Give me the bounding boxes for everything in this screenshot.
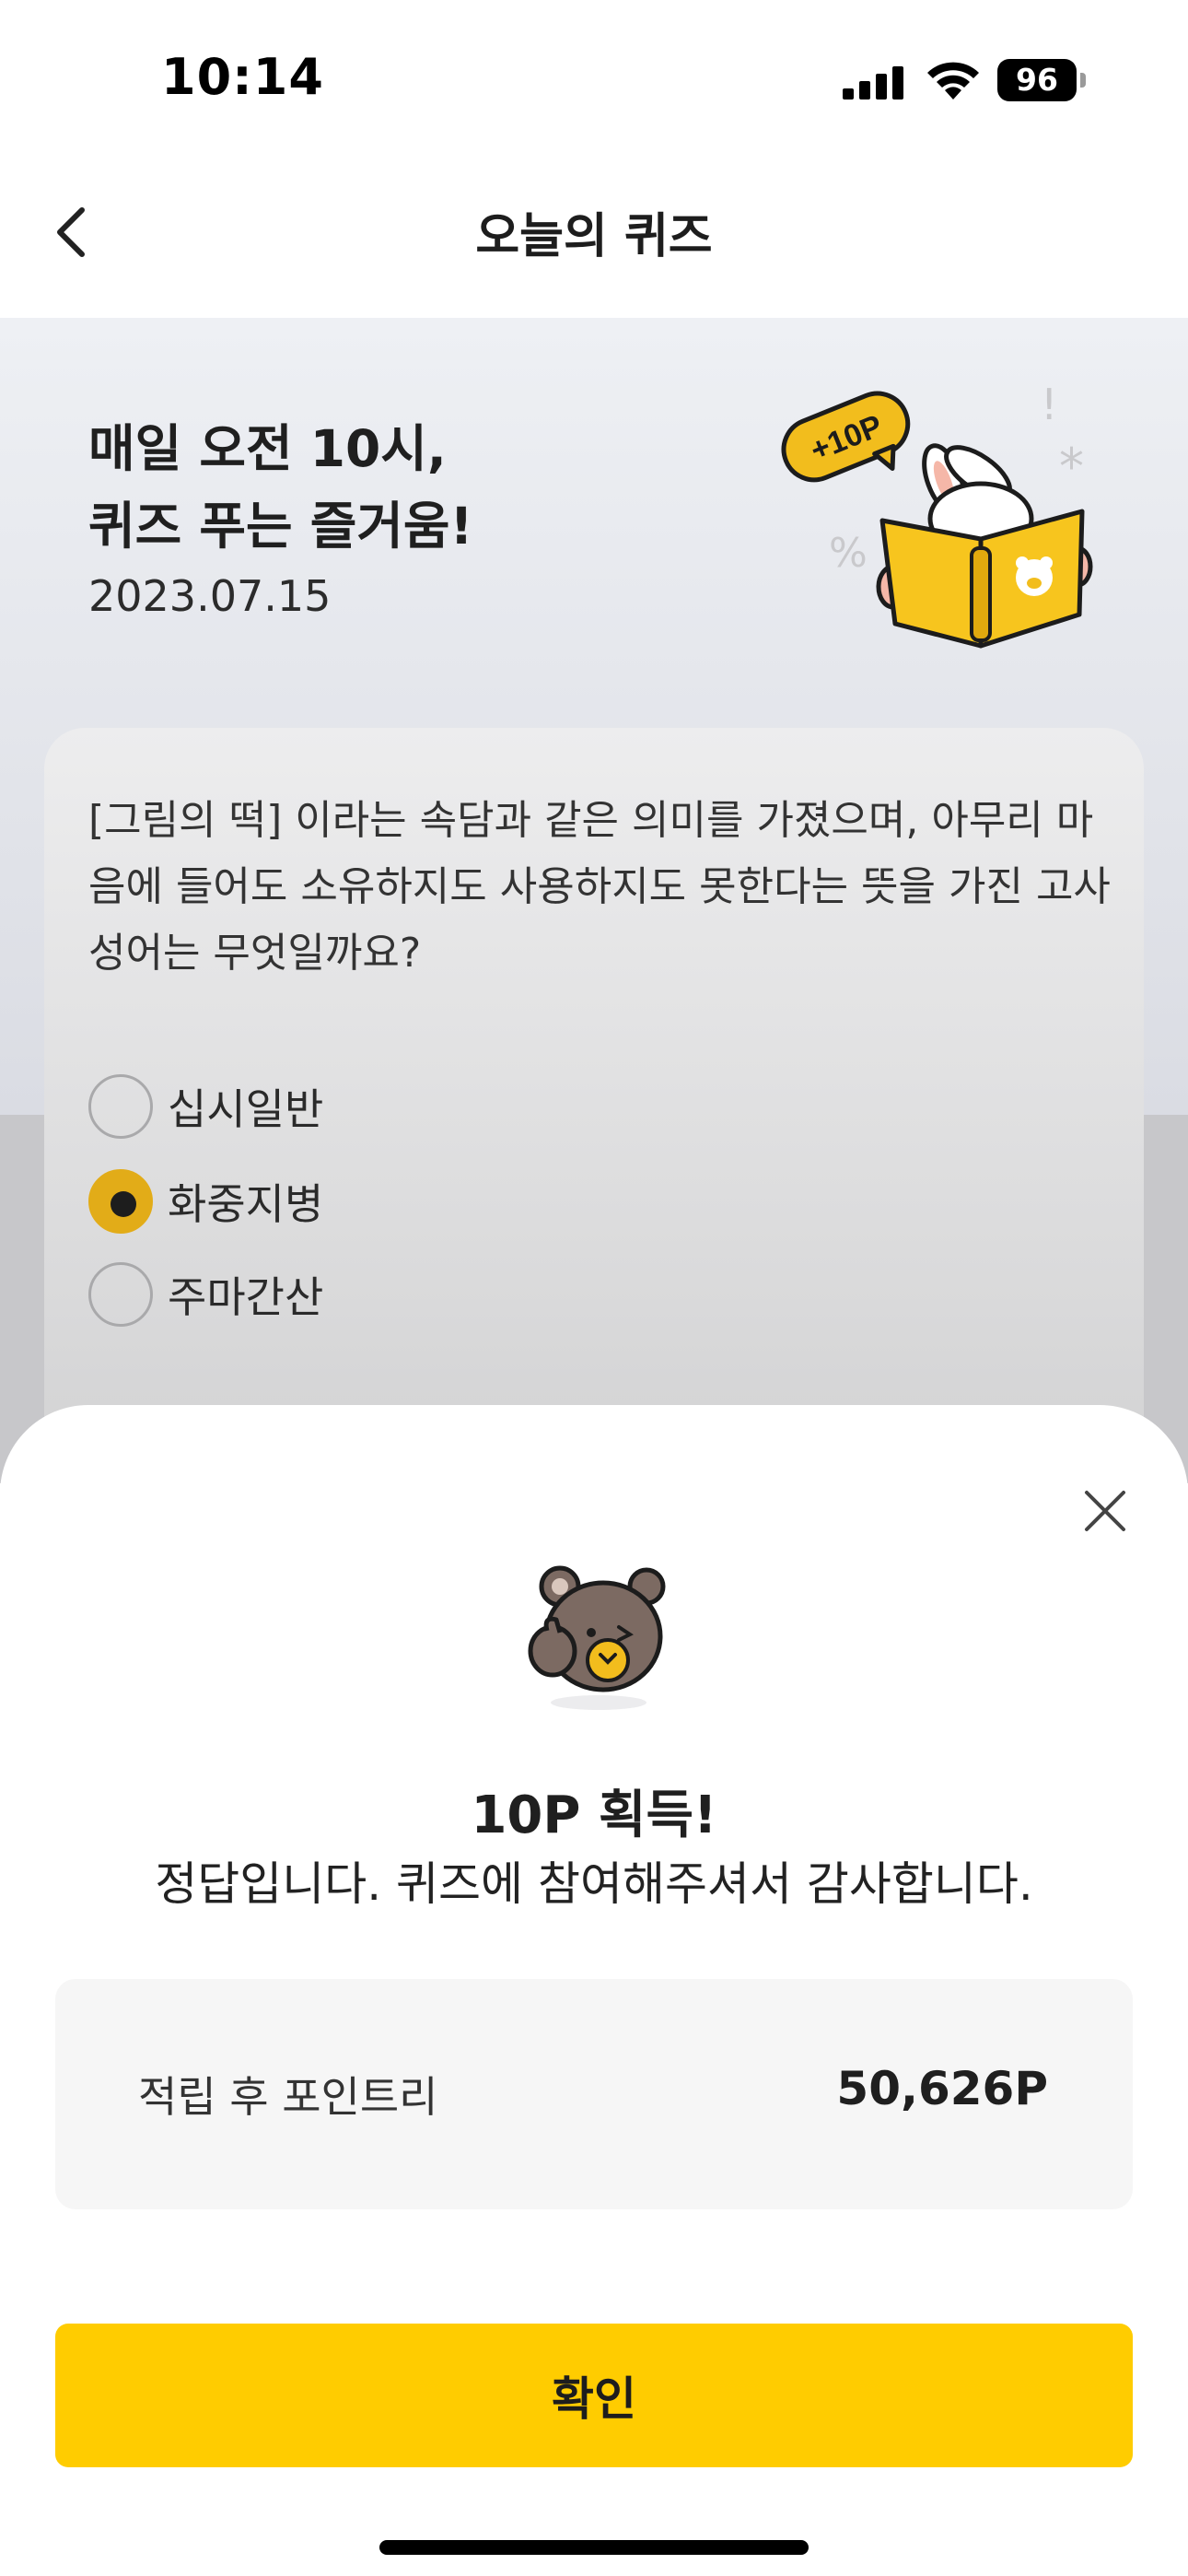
confirm-button[interactable]: 확인 (55, 2324, 1133, 2467)
close-button[interactable] (1068, 1474, 1142, 1548)
hero-heading-line1: 매일 오전 10시, (88, 419, 447, 478)
option-label: 화중지병 (168, 1179, 324, 1229)
close-icon (1085, 1491, 1125, 1531)
battery-level: 96 (997, 59, 1077, 101)
battery-cap (1080, 73, 1086, 88)
percent-deco: % (829, 530, 868, 577)
bear-thumbs-up-illustration (528, 1565, 666, 1710)
home-indicator[interactable] (379, 2540, 809, 2555)
reward-message: 정답입니다. 퀴즈에 참여해주셔서 감사합니다. (155, 1857, 1033, 1911)
reward-title: 10P 획득! (471, 1786, 717, 1845)
points-value: 50,626P (836, 2062, 1048, 2115)
quiz-option-2[interactable]: 화중지병 (88, 1169, 323, 1234)
radio-button[interactable] (88, 1074, 153, 1139)
battery-icon: 96 (997, 59, 1086, 101)
nav-bar: 오늘의 퀴즈 (0, 157, 1188, 318)
points-badge-icon: +10P (781, 391, 911, 483)
quiz-date: 2023.07.15 (88, 571, 332, 621)
option-label: 십시일반 (168, 1084, 324, 1134)
quiz-question: [그림의 떡] 이라는 속담과 같은 의미를 가졌으며, 아무리 마음에 들어도… (88, 797, 1111, 977)
hero-heading-line2: 퀴즈 푸는 즐거움! (88, 497, 473, 556)
quiz-option-3[interactable]: 주마간산 (88, 1262, 323, 1327)
status-time: 10:14 (161, 48, 324, 106)
cellular-signal-icon (843, 66, 903, 100)
chevron-left-icon (57, 207, 85, 257)
hero-heading: 매일 오전 10시, 퀴즈 푸는 즐거움! (88, 410, 473, 565)
rabbit-reading-book-illustration: +10P ! * % (781, 382, 1093, 649)
exclamation-mark-deco: ! (1041, 382, 1057, 429)
back-button[interactable] (41, 195, 101, 269)
radio-button[interactable] (88, 1262, 153, 1327)
status-bar: 10:14 96 (0, 0, 1188, 157)
page-title: 오늘의 퀴즈 (475, 209, 713, 264)
wifi-icon (927, 62, 979, 100)
radio-button-selected[interactable] (88, 1169, 153, 1234)
points-label: 적립 후 포인트리 (138, 2072, 438, 2122)
asterisk-deco: * (1059, 438, 1084, 496)
quiz-option-1[interactable]: 십시일반 (88, 1074, 323, 1139)
option-label: 주마간산 (168, 1272, 324, 1322)
